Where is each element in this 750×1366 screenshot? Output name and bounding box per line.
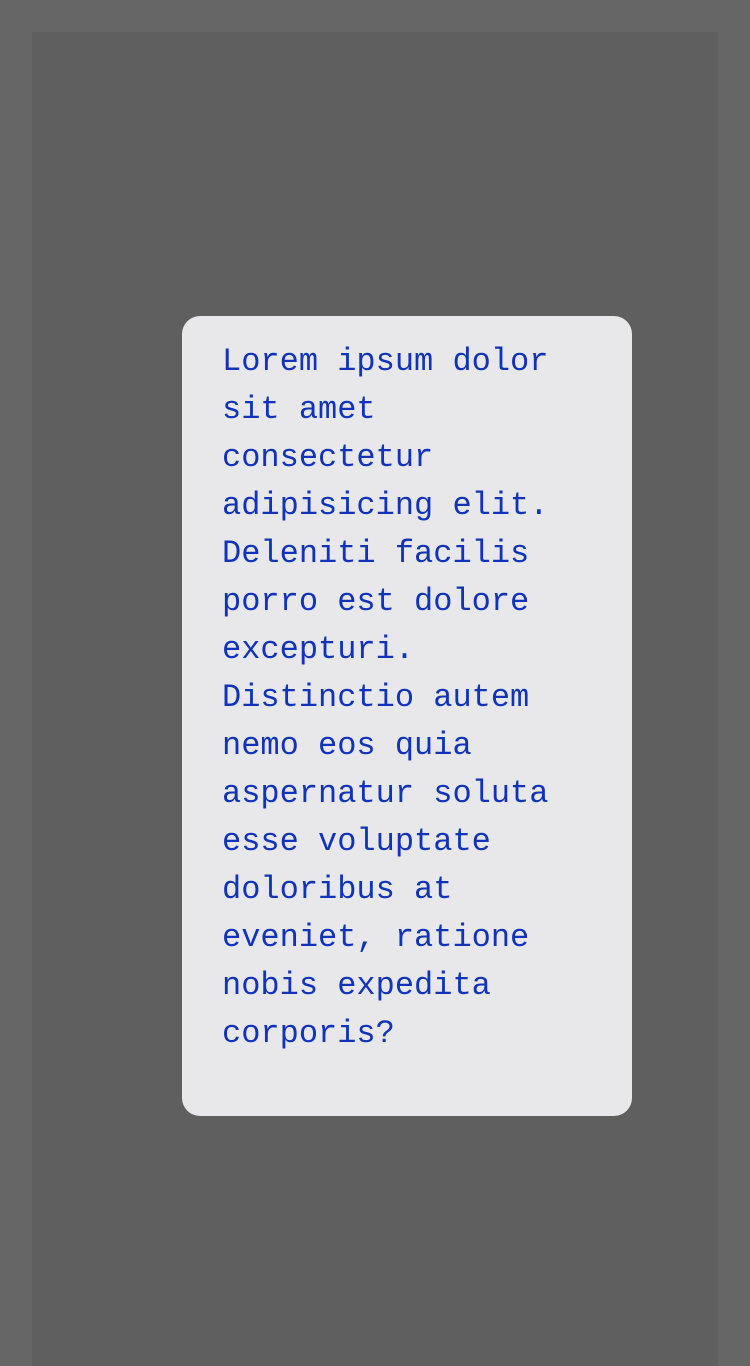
text-card: Lorem ipsum dolor sit amet consectetur a…: [182, 316, 632, 1116]
screen-backdrop: Lorem ipsum dolor sit amet consectetur a…: [32, 32, 718, 1366]
card-body-text: Lorem ipsum dolor sit amet consectetur a…: [222, 343, 549, 1052]
